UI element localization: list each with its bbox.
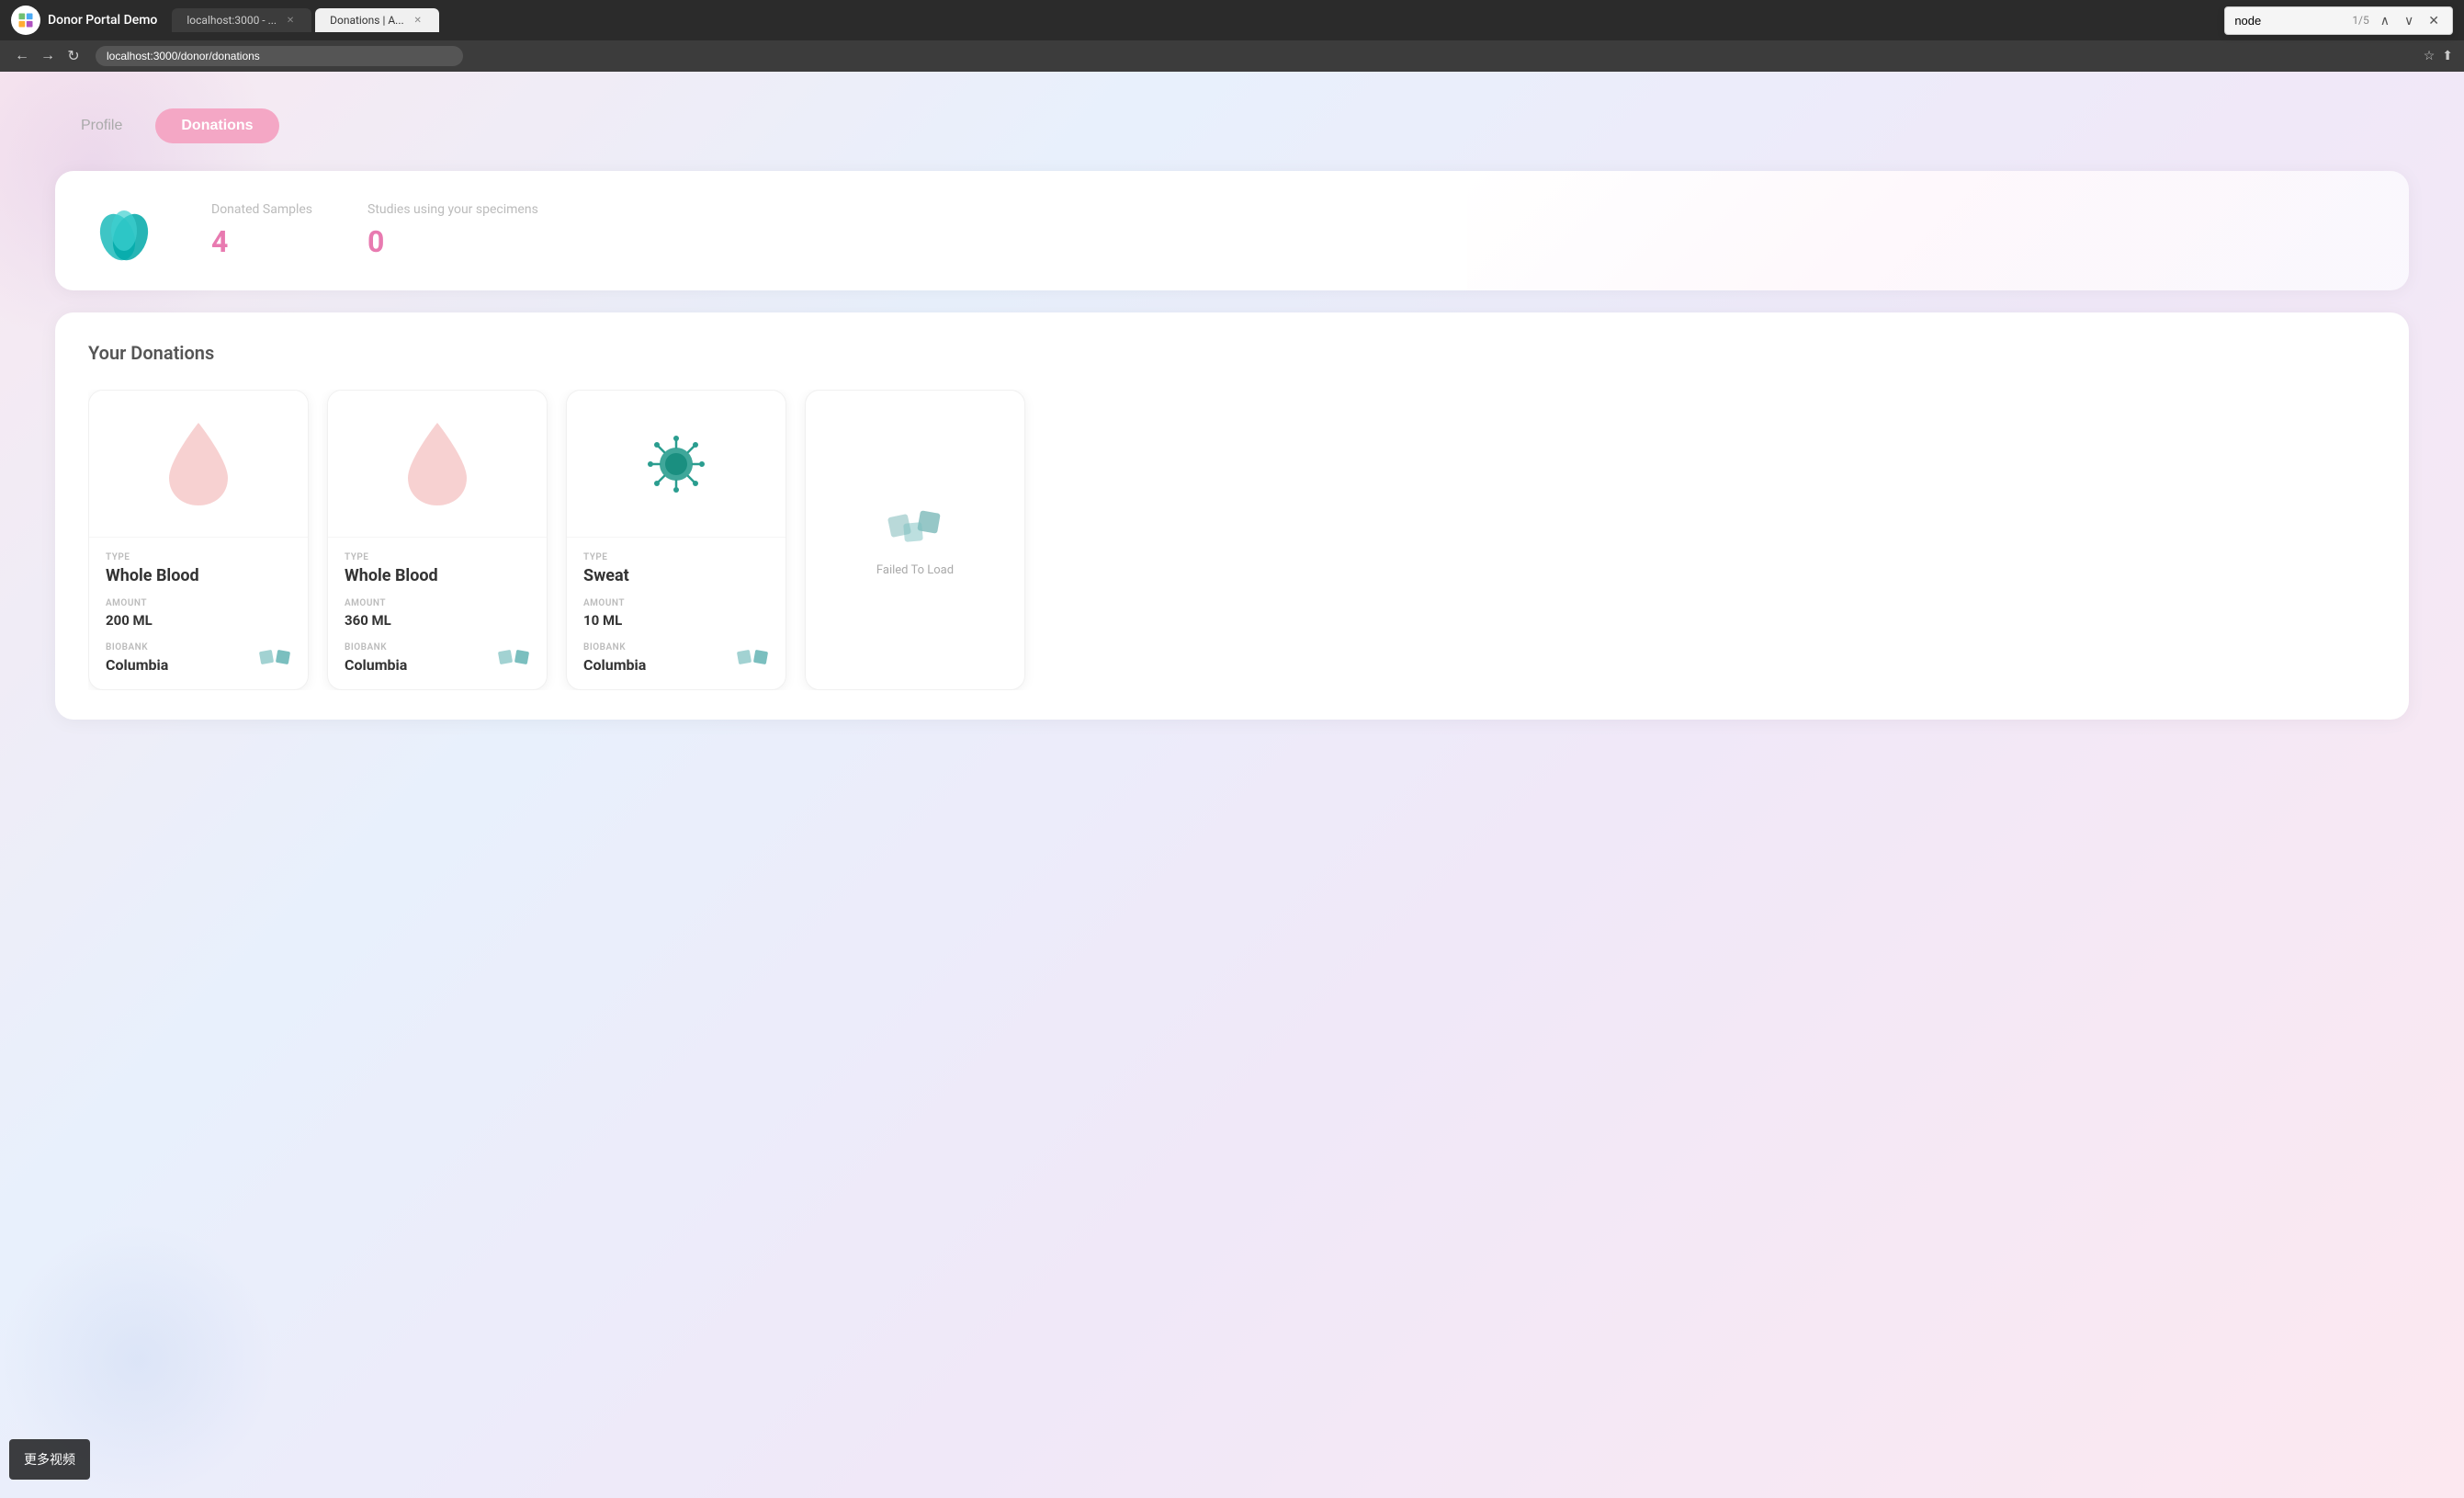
card-1-biobank-row: BIOBANK Columbia — [106, 641, 291, 675]
card-3-biobank-value: Columbia — [583, 656, 646, 674]
failed-text: Failed To Load — [876, 563, 954, 577]
card-1-biobank-value: Columbia — [106, 656, 168, 674]
card-1-cube-icon — [258, 641, 291, 675]
section-title: Your Donations — [88, 342, 2376, 364]
address-icons: ☆ ⬆ — [2424, 49, 2453, 63]
donation-card-4[interactable]: Failed To Load — [805, 390, 1025, 690]
find-prev-btn[interactable]: ∧ — [2377, 11, 2393, 30]
failed-cubes-icon — [887, 503, 943, 549]
donated-samples-stat: Donated Samples 4 — [211, 202, 312, 259]
card-2-type-value: Whole Blood — [345, 566, 530, 585]
card-2-body: TYPE Whole Blood AMOUNT 360 ML BIOBANK C… — [328, 538, 547, 689]
card-3-biobank-label: BIOBANK — [583, 642, 646, 653]
browser-logo — [11, 6, 40, 35]
address-input[interactable] — [96, 46, 463, 66]
find-close-btn[interactable]: ✕ — [2424, 11, 2443, 30]
card-2-biobank-label: BIOBANK — [345, 642, 407, 653]
nav-controls: ← → ↻ — [11, 45, 85, 67]
studies-label: Studies using your specimens — [367, 202, 538, 217]
card-3-biobank-row: BIOBANK Columbia — [583, 641, 769, 675]
find-bar: 1/5 ∧ ∨ ✕ — [2224, 6, 2453, 35]
card-2-biobank-value: Columbia — [345, 656, 407, 674]
card-2-biobank-row: BIOBANK Columbia — [345, 641, 530, 675]
card-3-image — [567, 391, 786, 538]
forward-btn[interactable]: → — [37, 45, 59, 67]
browser-chrome: Donor Portal Demo localhost:3000 - ... ✕… — [0, 0, 2464, 40]
card-3-type-value: Sweat — [583, 566, 769, 585]
card-1-type-label: TYPE — [106, 552, 291, 562]
card-1-type-value: Whole Blood — [106, 566, 291, 585]
page-content: Profile Donations Donated Samples 4 Stud… — [0, 72, 2464, 1498]
donation-card-1[interactable]: TYPE Whole Blood AMOUNT 200 ML BIOBANK C… — [88, 390, 309, 690]
tab-localhost[interactable]: localhost:3000 - ... ✕ — [172, 8, 311, 32]
card-1-image — [89, 391, 308, 538]
card-2-amount-label: AMOUNT — [345, 598, 530, 608]
donation-card-3[interactable]: TYPE Sweat AMOUNT 10 ML BIOBANK Columbia — [566, 390, 786, 690]
bookmark-icon[interactable]: ☆ — [2424, 49, 2436, 63]
donated-samples-value: 4 — [211, 224, 312, 259]
donated-samples-label: Donated Samples — [211, 202, 312, 217]
donations-grid: TYPE Whole Blood AMOUNT 200 ML BIOBANK C… — [88, 390, 2376, 690]
find-count: 1/5 — [2352, 14, 2368, 27]
card-3-amount-label: AMOUNT — [583, 598, 769, 608]
card-2-amount-value: 360 ML — [345, 612, 530, 629]
reload-btn[interactable]: ↻ — [62, 45, 85, 67]
address-bar: ← → ↻ ☆ ⬆ — [0, 40, 2464, 72]
leaf-logo — [92, 199, 156, 263]
card-2-image — [328, 391, 547, 538]
nav-tabs: Profile Donations — [55, 108, 2409, 143]
card-1-biobank-label: BIOBANK — [106, 642, 168, 653]
tab-donations[interactable]: Donations — [155, 108, 278, 143]
card-1-amount-value: 200 ML — [106, 612, 291, 629]
card-3-cube-icon — [736, 641, 769, 675]
studies-stat: Studies using your specimens 0 — [367, 202, 538, 259]
tab-donations-close[interactable]: ✕ — [412, 14, 424, 27]
tab-donations-label: Donations | A... — [330, 14, 404, 27]
back-btn[interactable]: ← — [11, 45, 33, 67]
video-btn[interactable]: 更多视频 — [9, 1439, 90, 1480]
tab-localhost-close[interactable]: ✕ — [284, 14, 297, 27]
card-3-type-label: TYPE — [583, 552, 769, 562]
card-2-cube-icon — [497, 641, 530, 675]
donations-section: Your Donations TYPE Whole Blood AMOUNT 2… — [55, 312, 2409, 720]
failed-card-content: Failed To Load — [806, 391, 1024, 689]
tab-bar: localhost:3000 - ... ✕ Donations | A... … — [172, 8, 2217, 32]
card-3-body: TYPE Sweat AMOUNT 10 ML BIOBANK Columbia — [567, 538, 786, 689]
tab-donations[interactable]: Donations | A... ✕ — [315, 8, 439, 32]
tab-profile[interactable]: Profile — [55, 108, 148, 143]
card-1-body: TYPE Whole Blood AMOUNT 200 ML BIOBANK C… — [89, 538, 308, 689]
card-3-amount-value: 10 ML — [583, 612, 769, 629]
card-2-type-label: TYPE — [345, 552, 530, 562]
card-1-amount-label: AMOUNT — [106, 598, 291, 608]
stats-card: Donated Samples 4 Studies using your spe… — [55, 171, 2409, 290]
studies-value: 0 — [367, 224, 538, 259]
share-icon[interactable]: ⬆ — [2442, 49, 2453, 63]
tab-localhost-label: localhost:3000 - ... — [186, 14, 277, 27]
find-input[interactable] — [2234, 14, 2345, 28]
find-next-btn[interactable]: ∨ — [2401, 11, 2417, 30]
donation-card-2[interactable]: TYPE Whole Blood AMOUNT 360 ML BIOBANK C… — [327, 390, 548, 690]
app-title: Donor Portal Demo — [48, 13, 157, 28]
